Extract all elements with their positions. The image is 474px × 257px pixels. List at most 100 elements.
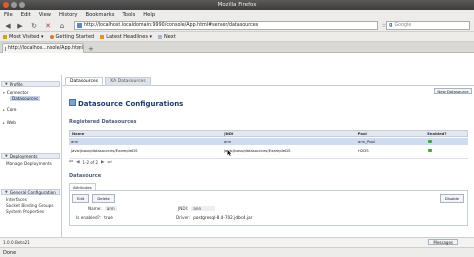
detail-tabs: Attributes — [69, 183, 96, 190]
cell-pool: H2DS — [358, 148, 369, 153]
site-favicon-icon — [77, 23, 82, 28]
reload-icon[interactable]: ↻ — [29, 21, 39, 30]
forward-icon[interactable]: ▶ — [15, 21, 25, 30]
search-placeholder: Google — [394, 23, 412, 28]
new-tab-icon[interactable]: + — [88, 45, 94, 53]
menu-file[interactable]: File — [4, 12, 13, 18]
next-page-icon[interactable]: ▶ — [101, 160, 104, 165]
table-row[interactable]: ann ann ann_Pool — [69, 138, 468, 145]
tab-label: http://localhos...nsole/App.html — [7, 46, 83, 51]
header-enabled[interactable]: Enabled? — [425, 131, 467, 136]
browser-tab[interactable]: http://localhos...nsole/App.html ✕ — [2, 43, 84, 53]
sidebar-item-core[interactable]: ▸ Core — [3, 107, 16, 112]
header-jndi[interactable]: JNDI — [222, 131, 355, 136]
star-icon — [3, 34, 7, 39]
bookmark-next[interactable]: Next — [158, 34, 176, 40]
sidebar-link-interfaces[interactable]: Interfaces — [6, 197, 27, 202]
console-footer: 1.0.0.Beta21 — [0, 237, 474, 247]
menu-help[interactable]: Help — [143, 12, 155, 18]
last-page-icon[interactable]: ⏭ — [107, 159, 111, 165]
module-tabs: Datasources XA Datasources — [65, 77, 151, 85]
delete-button[interactable]: Delete — [92, 194, 115, 203]
menu-bar: File Edit View History Bookmarks Tools H… — [0, 10, 474, 19]
form-row-driver: Driver: postgresql-8.4-702.jdbc4.jar — [176, 215, 252, 220]
sidebar-item-web[interactable]: ▸ Web — [3, 120, 16, 125]
sidebar-group-deployments[interactable]: ▼ Deployments — [1, 153, 60, 159]
menu-history[interactable]: History — [59, 12, 77, 18]
prev-page-icon[interactable]: ◀ — [76, 160, 79, 165]
tab-attributes[interactable]: Attributes — [69, 183, 96, 190]
url-bar[interactable]: http://localhost.localdomain:9990/consol… — [74, 21, 378, 30]
enabled-value: true — [104, 215, 113, 220]
table-row[interactable]: java:jboss/datasources/ExampleDS java:jb… — [69, 147, 468, 154]
back-icon[interactable]: ◀ — [3, 21, 13, 30]
bookmark-label: Getting Started — [55, 33, 95, 40]
jndi-value: ann — [191, 206, 216, 211]
tab-strip: http://localhos...nsole/App.html ✕ + — [0, 42, 474, 53]
cell-enabled — [426, 139, 468, 144]
table-header: Name JNDI Pool Enabled? — [69, 130, 468, 137]
menu-view[interactable]: View — [39, 12, 51, 18]
enabled-label: Is enabled?: — [76, 215, 102, 220]
form-row-jndi: JNDI: ann — [178, 206, 216, 211]
disable-button[interactable]: Disable — [439, 194, 464, 203]
mouse-cursor-icon — [227, 150, 232, 156]
edit-button[interactable]: Edit — [72, 194, 90, 203]
bookmark-getting-started[interactable]: Getting Started — [49, 33, 95, 40]
collapse-icon: ▼ — [5, 154, 8, 158]
item-label: Core — [6, 107, 17, 112]
menu-bookmarks[interactable]: Bookmarks — [86, 12, 115, 18]
firefox-icon — [49, 34, 54, 39]
sidebar-item-connector[interactable]: ▾ Connector — [3, 90, 28, 95]
home-icon[interactable]: ⌂ — [57, 21, 67, 30]
registered-title: Registered Datasources — [69, 119, 137, 125]
stop-icon[interactable]: ✕ — [43, 21, 53, 30]
google-icon: g — [389, 23, 393, 28]
page-title: Datasource Configurations — [78, 100, 184, 108]
menu-tools[interactable]: Tools — [123, 12, 136, 18]
maximize-icon[interactable] — [19, 2, 25, 8]
close-icon[interactable] — [3, 2, 9, 8]
tab-favicon-icon — [5, 46, 6, 51]
sidebar-group-profile[interactable]: ▼ Profile — [1, 81, 60, 87]
item-label: Datasources — [12, 96, 39, 101]
status-text: Done — [3, 249, 17, 256]
first-page-icon[interactable]: ⏮ — [69, 159, 73, 165]
window-titlebar: Mozilla Firefox — [0, 0, 474, 10]
cell-name: java:jboss/datasources/ExampleDS — [71, 148, 138, 153]
bookmarks-toolbar: Most Visited ▾ Getting Started Latest He… — [0, 32, 474, 42]
expand-icon: ▸ — [3, 120, 5, 125]
new-datasource-button[interactable]: New Datasource — [434, 88, 472, 94]
tab-datasources[interactable]: Datasources — [65, 77, 104, 85]
tab-close-icon[interactable]: ✕ — [77, 46, 81, 52]
minimize-icon[interactable] — [11, 2, 17, 8]
bookmark-latest-headlines[interactable]: Latest Headlines ▾ — [100, 34, 152, 40]
cell-jndi: ann — [224, 139, 232, 144]
page-icon — [158, 34, 163, 39]
search-input[interactable]: g Google — [386, 21, 470, 30]
name-value: ann — [104, 206, 117, 211]
item-label: Connector — [6, 90, 29, 95]
bookmark-label: Latest Headlines ▾ — [106, 33, 153, 40]
header-pool[interactable]: Pool — [356, 131, 426, 136]
sidebar-link-manage-deployments[interactable]: Manage Deployments — [6, 161, 52, 166]
sidebar-item-datasources[interactable]: Datasources — [10, 96, 41, 101]
url-text: http://localhost.localdomain:9990/consol… — [84, 23, 259, 28]
menu-edit[interactable]: Edit — [21, 12, 31, 18]
driver-label: Driver: — [176, 215, 191, 220]
sidebar-link-socket-binding[interactable]: Socket Binding Groups — [6, 203, 53, 208]
messages-button[interactable]: Messages — [428, 239, 458, 245]
tab-xa-datasources[interactable]: XA Datasources — [105, 77, 151, 85]
item-label: Web — [6, 120, 16, 125]
datasource-icon — [69, 99, 76, 106]
browser-status-bar: Done — [0, 247, 474, 257]
collapse-icon: ▼ — [5, 190, 8, 194]
group-label: Deployments — [9, 153, 38, 159]
sidebar-link-system-properties[interactable]: System Properties — [6, 209, 44, 214]
name-label: Name: — [88, 206, 102, 211]
sidebar-group-general[interactable]: ▼ General Configuration — [1, 189, 60, 195]
header-name[interactable]: Name — [70, 131, 222, 136]
cell-jndi: java:jboss/datasources/ExampleDS — [224, 148, 291, 153]
expand-icon: ▾ — [3, 90, 5, 95]
bookmark-most-visited[interactable]: Most Visited ▾ — [3, 34, 44, 40]
